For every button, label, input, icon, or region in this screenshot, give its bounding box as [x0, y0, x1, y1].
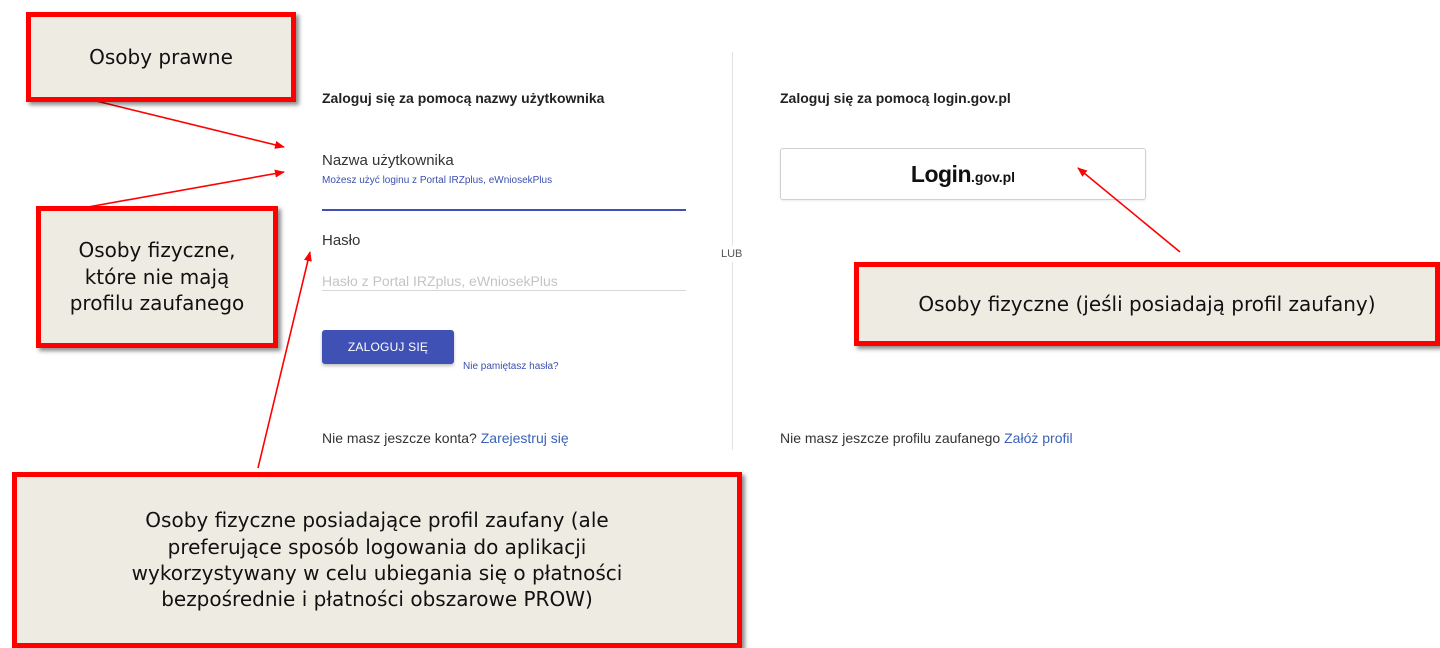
- callout-natural-no-profile-line: Osoby fizyczne,: [78, 238, 236, 263]
- callout-natural-profile-preferring: Osoby fizyczne posiadające profil zaufan…: [12, 472, 742, 648]
- callout-preferring-line: preferujące sposób logowania do aplikacj…: [167, 534, 587, 559]
- callout-legal-persons: Osoby prawne: [26, 12, 296, 102]
- arrow-legal-to-username: [83, 97, 285, 149]
- arrow-natural-to-username: [87, 169, 285, 208]
- callout-natural-with-profile-text: Osoby fizyczne (jeśli posiadają profil z…: [918, 291, 1376, 316]
- callout-preferring-line: Osoby fizyczne posiadające profil zaufan…: [145, 508, 609, 533]
- callout-natural-with-profile: Osoby fizyczne (jeśli posiadają profil z…: [854, 262, 1440, 346]
- arrow-trusted-to-logingov: [1077, 167, 1181, 253]
- callout-natural-no-profile-line: profilu zaufanego: [69, 291, 245, 316]
- callout-legal-persons-text: Osoby prawne: [89, 44, 233, 69]
- callout-natural-no-profile: Osoby fizyczne, które nie mają profilu z…: [36, 206, 278, 348]
- callout-preferring-line: bezpośrednie i płatności obszarowe PROW): [161, 587, 593, 612]
- callout-preferring-line: wykorzystywany w celu ubiegania się o pł…: [131, 561, 623, 585]
- callout-natural-no-profile-line: które nie mają: [84, 264, 230, 289]
